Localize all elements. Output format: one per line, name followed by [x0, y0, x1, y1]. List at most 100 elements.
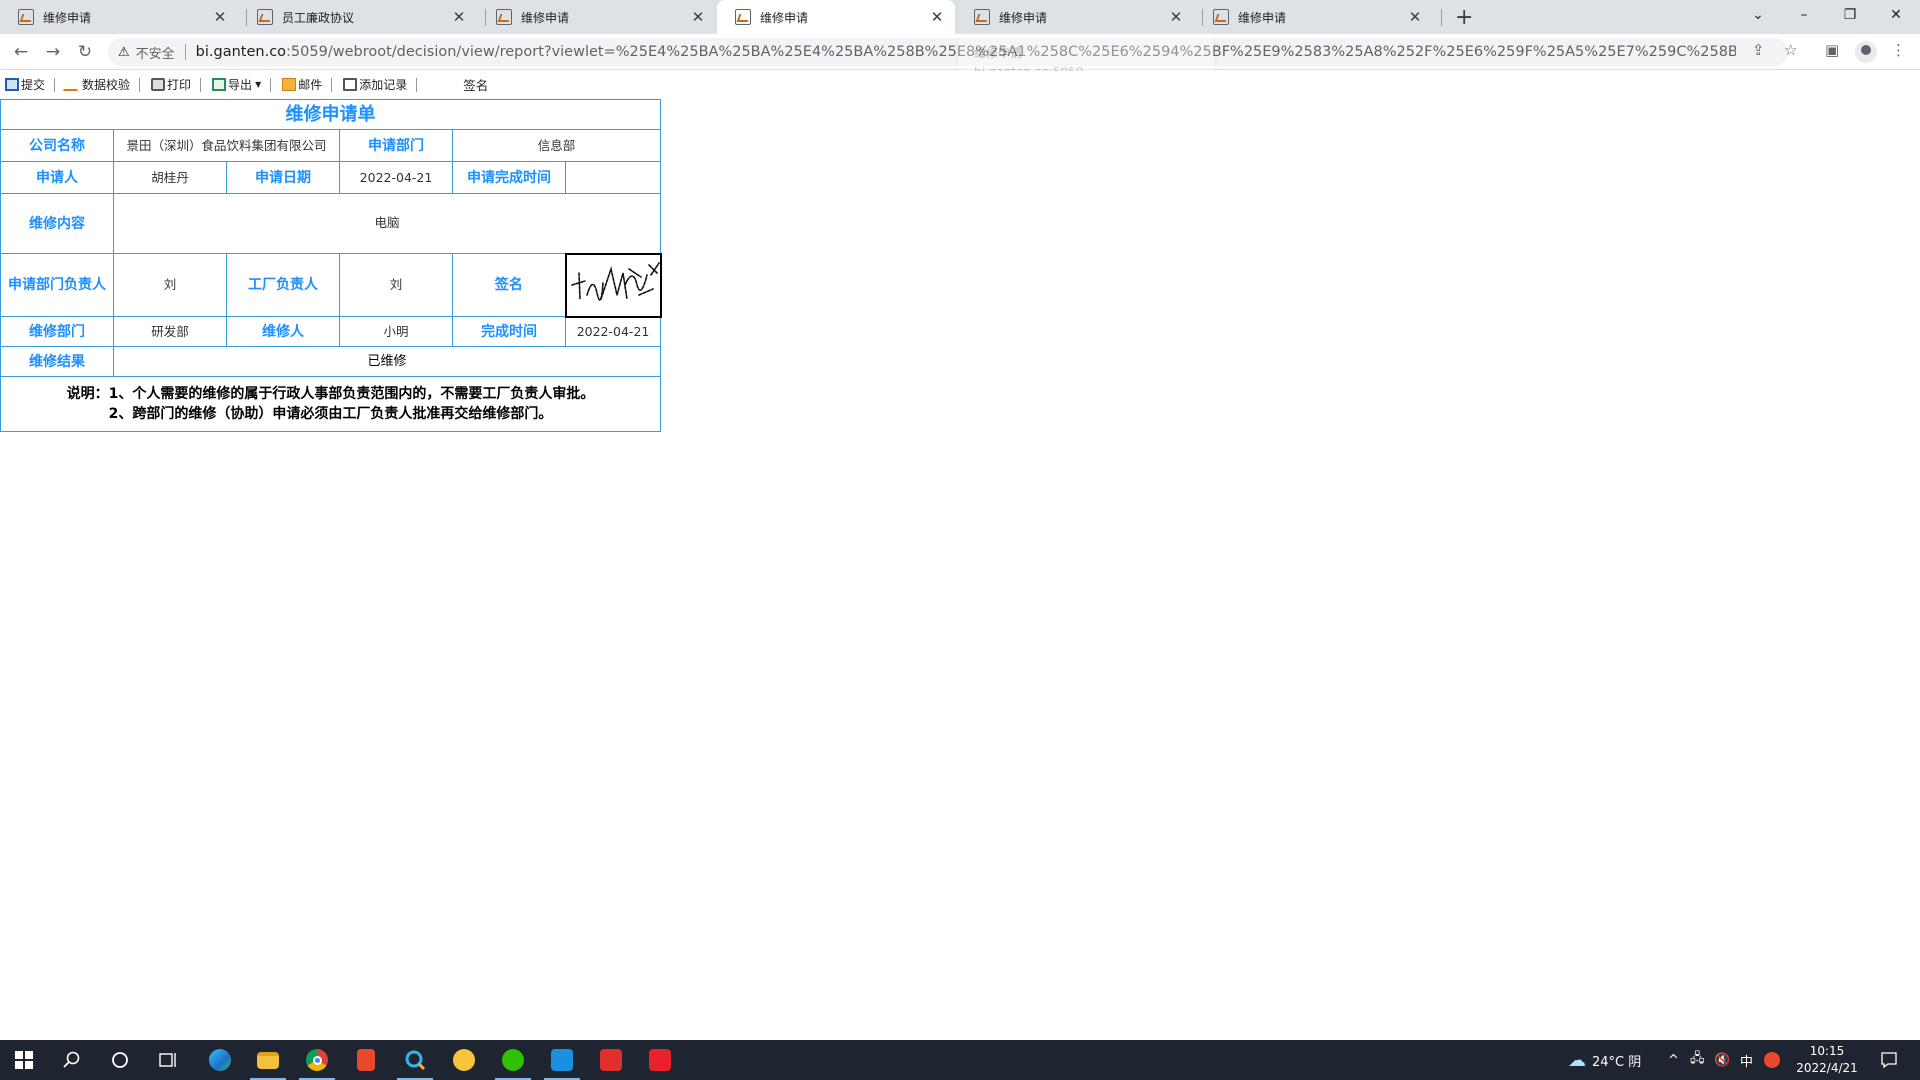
- validate-button[interactable]: 数据校验: [62, 75, 133, 95]
- applicant-label: 申请人: [0, 161, 114, 194]
- sunlogin-icon[interactable]: [440, 1040, 488, 1080]
- task-view-icon[interactable]: [144, 1040, 192, 1080]
- export-label: 导出: [228, 78, 253, 92]
- minimize-icon[interactable]: –: [1781, 0, 1827, 30]
- notification-center-icon[interactable]: [1880, 1040, 1898, 1080]
- file-explorer-icon[interactable]: [244, 1040, 292, 1080]
- signature-box[interactable]: [564, 252, 662, 318]
- validate-label: 数据校验: [82, 78, 131, 92]
- browser-tab[interactable]: 员工廉政协议 ✕: [239, 0, 477, 34]
- chrome-icon[interactable]: [293, 1040, 341, 1080]
- search-app-icon[interactable]: [391, 1040, 439, 1080]
- result-value: 已维修: [112, 346, 662, 377]
- printer-icon: [151, 78, 166, 91]
- print-button[interactable]: 打印: [148, 75, 194, 95]
- bookmark-star-icon[interactable]: ☆: [1784, 41, 1797, 59]
- export-dropdown-button[interactable]: 导出 ▼: [209, 75, 264, 95]
- browser-tab-active[interactable]: 维修申请 ✕: [717, 0, 955, 34]
- restore-icon[interactable]: ❐: [1827, 0, 1873, 30]
- back-arrow-icon[interactable]: ←: [10, 41, 32, 63]
- weather-text: 24°C 阴: [1592, 1054, 1642, 1070]
- form-title: 维修申请单: [0, 99, 662, 130]
- more-menu-icon[interactable]: ⋮: [1891, 41, 1906, 59]
- windows-start-icon[interactable]: [0, 1040, 48, 1080]
- browser-tab[interactable]: 维修申请 ✕: [0, 0, 238, 34]
- side-panel-icon[interactable]: ▣: [1825, 41, 1839, 59]
- repairer-label: 维修人: [226, 316, 340, 347]
- tab-title: 维修申请: [1238, 10, 1287, 25]
- mail-button[interactable]: 邮件: [279, 75, 325, 95]
- tab-title: 员工廉政协议: [282, 10, 355, 25]
- close-icon[interactable]: ✕: [1407, 8, 1423, 26]
- profile-avatar-icon[interactable]: [1855, 41, 1877, 63]
- add-record-label: 添加记录: [359, 78, 408, 92]
- due-time-label: 申请完成时间: [452, 161, 566, 194]
- tab-strip: 维修申请 ✕ 员工廉政协议 ✕ 维修申请 ✕ 维修申请 ✕ 维修申请 ✕ 维修申…: [0, 0, 1920, 34]
- save-icon: [5, 78, 19, 91]
- weather-widget[interactable]: ☁ 24°C 阴: [1568, 1040, 1641, 1080]
- close-icon[interactable]: ✕: [690, 8, 706, 26]
- validate-icon: [62, 78, 84, 91]
- system-clock[interactable]: 10:15 2022/4/21: [1788, 1043, 1866, 1077]
- wps-icon[interactable]: [587, 1040, 635, 1080]
- ime-indicator[interactable]: 中: [1740, 1040, 1753, 1080]
- reload-icon[interactable]: ↻: [74, 41, 96, 63]
- due-time-value[interactable]: [564, 161, 662, 194]
- cloud-icon: ☁: [1568, 1049, 1586, 1071]
- tab-search-chevron-icon[interactable]: ⌄: [1735, 0, 1781, 30]
- clock-time: 10:15: [1809, 1044, 1845, 1058]
- note-line-1: 说明：1、个人需要的维修的属于行政人事部负责范围内的，不需要工厂负责人审批。: [66, 386, 595, 402]
- wechat-icon[interactable]: [489, 1040, 537, 1080]
- close-icon[interactable]: ✕: [929, 8, 945, 26]
- company-value: 景田（深圳）食品饮料集团有限公司: [113, 129, 340, 162]
- signature-button[interactable]: 签名: [463, 75, 488, 94]
- add-record-icon: [343, 78, 358, 91]
- report-favicon-icon: [496, 9, 512, 25]
- browser-tab[interactable]: 维修申请 ✕: [956, 0, 1194, 34]
- fanruan-designer-icon[interactable]: [538, 1040, 586, 1080]
- repair-dept-value: 研发部: [113, 316, 227, 347]
- cortana-icon[interactable]: [96, 1040, 144, 1080]
- show-hidden-icons-chevron-icon[interactable]: ^: [1668, 1040, 1679, 1080]
- report-favicon-icon: [735, 9, 751, 25]
- browser-tab[interactable]: 维修申请 ✕: [478, 0, 716, 34]
- close-icon[interactable]: ✕: [451, 8, 467, 26]
- share-icon[interactable]: ⇪: [1752, 41, 1765, 59]
- close-icon[interactable]: ✕: [1168, 8, 1184, 26]
- network-icon[interactable]: 🖧: [1690, 1040, 1705, 1080]
- sogou-ime-icon[interactable]: [1764, 1040, 1780, 1080]
- repair-request-form: 维修申请单 公司名称 景田（深圳）食品饮料集团有限公司 申请部门 信息部 申请人…: [0, 99, 662, 432]
- report-favicon-icon: [257, 9, 273, 25]
- dept-value: 信息部: [451, 129, 662, 162]
- new-tab-plus-icon[interactable]: +: [1455, 5, 1473, 30]
- toolbar-separator: [54, 77, 56, 92]
- tab-separator: [1441, 9, 1442, 26]
- address-bar[interactable]: ⚠ 不安全 bi.ganten.co:5059/webroot/decision…: [108, 38, 1788, 66]
- browser-tab[interactable]: 维修申请 ✕: [1195, 0, 1433, 34]
- omnibox-divider: [184, 44, 186, 60]
- factory-head-label: 工厂负责人: [226, 253, 340, 317]
- clock-date: 2022/4/21: [1796, 1061, 1858, 1075]
- add-record-button[interactable]: 添加记录: [340, 75, 410, 95]
- window-close-icon[interactable]: ✕: [1873, 0, 1919, 30]
- security-status[interactable]: 不安全: [136, 43, 175, 62]
- handwritten-signature: [570, 261, 660, 301]
- tab-title: 维修申请: [521, 10, 570, 25]
- submit-button[interactable]: 提交: [2, 75, 48, 95]
- red-app-icon[interactable]: [636, 1040, 684, 1080]
- taskbar: ☁ 24°C 阴 ^ 🖧 🔇 中 10:15 2022/4/21: [0, 1040, 1920, 1080]
- result-label: 维修结果: [0, 346, 114, 377]
- search-icon[interactable]: [48, 1040, 96, 1080]
- office-icon[interactable]: [342, 1040, 390, 1080]
- content-value: 电脑: [112, 193, 662, 254]
- volume-muted-icon[interactable]: 🔇: [1714, 1040, 1730, 1080]
- report-favicon-icon: [18, 9, 34, 25]
- factory-head-value: 刘: [339, 253, 453, 317]
- edge-browser-icon[interactable]: [196, 1040, 244, 1080]
- close-icon[interactable]: ✕: [212, 8, 228, 26]
- dept-label: 申请部门: [339, 129, 453, 162]
- report-favicon-icon: [1213, 9, 1229, 25]
- url-host: bi.ganten.co: [195, 44, 287, 60]
- warning-triangle-icon: ⚠: [118, 44, 130, 60]
- forward-arrow-icon[interactable]: →: [42, 41, 64, 63]
